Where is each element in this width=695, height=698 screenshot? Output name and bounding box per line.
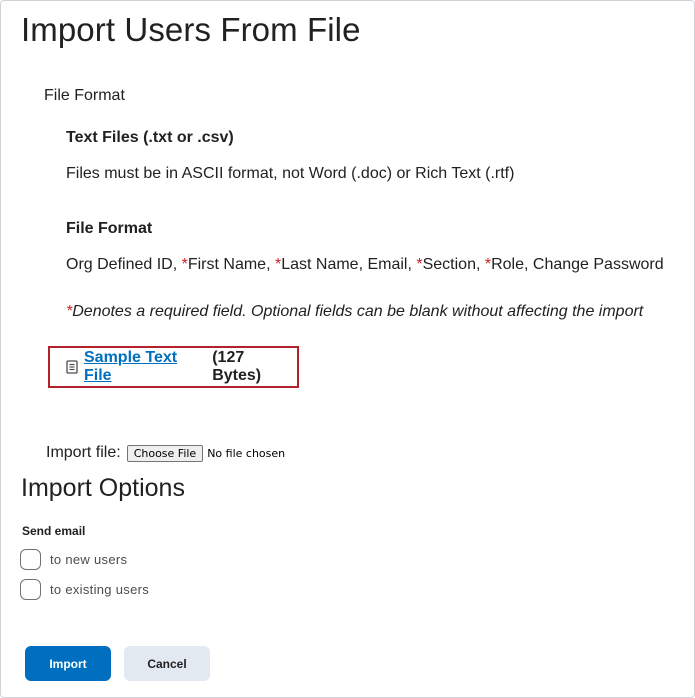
file-format-section-label: File Format xyxy=(44,87,125,104)
sample-file-size: (127 Bytes) xyxy=(212,349,262,384)
file-format-fields: Org Defined ID, *First Name, *Last Name,… xyxy=(66,256,664,274)
field-section: Section, xyxy=(422,256,485,273)
file-format-heading: File Format xyxy=(66,220,153,237)
page-title: Import Users From File xyxy=(21,11,361,48)
field-last-name-email: Last Name, Email, xyxy=(281,256,417,273)
field-first-name: First Name, xyxy=(187,256,275,273)
existing-users-label[interactable]: to existing users xyxy=(50,582,149,597)
cancel-button[interactable]: Cancel xyxy=(124,646,210,681)
existing-users-checkbox[interactable] xyxy=(20,579,41,600)
checkbox-row-new-users: to new users xyxy=(20,549,127,570)
text-files-heading: Text Files (.txt or .csv) xyxy=(66,129,234,146)
import-file-label: Import file: xyxy=(46,444,121,461)
new-users-label[interactable]: to new users xyxy=(50,552,127,567)
text-files-description: Files must be in ASCII format, not Word … xyxy=(66,165,515,182)
send-email-label: Send email xyxy=(22,524,86,538)
file-chosen-status: No file chosen xyxy=(207,446,286,460)
field-org-id: Org Defined ID, xyxy=(66,256,182,273)
required-field-note: *Denotes a required field. Optional fiel… xyxy=(66,303,643,321)
choose-file-button[interactable]: Choose File xyxy=(126,444,204,462)
import-button[interactable]: Import xyxy=(25,646,111,681)
document-icon xyxy=(66,360,78,374)
checkbox-row-existing-users: to existing users xyxy=(20,579,149,600)
sample-text-file-link[interactable]: Sample Text File xyxy=(84,349,208,385)
import-options-title: Import Options xyxy=(21,474,185,502)
new-users-checkbox[interactable] xyxy=(20,549,41,570)
import-file-row: Import file: Choose File No file chosen xyxy=(46,444,285,462)
field-role-change-password: Role, Change Password xyxy=(491,256,664,273)
required-note-text: Denotes a required field. Optional field… xyxy=(72,303,644,320)
import-users-panel: Import Users From File File Format Text … xyxy=(0,0,695,698)
sample-file-highlight: Sample Text File (127 Bytes) xyxy=(48,346,299,388)
